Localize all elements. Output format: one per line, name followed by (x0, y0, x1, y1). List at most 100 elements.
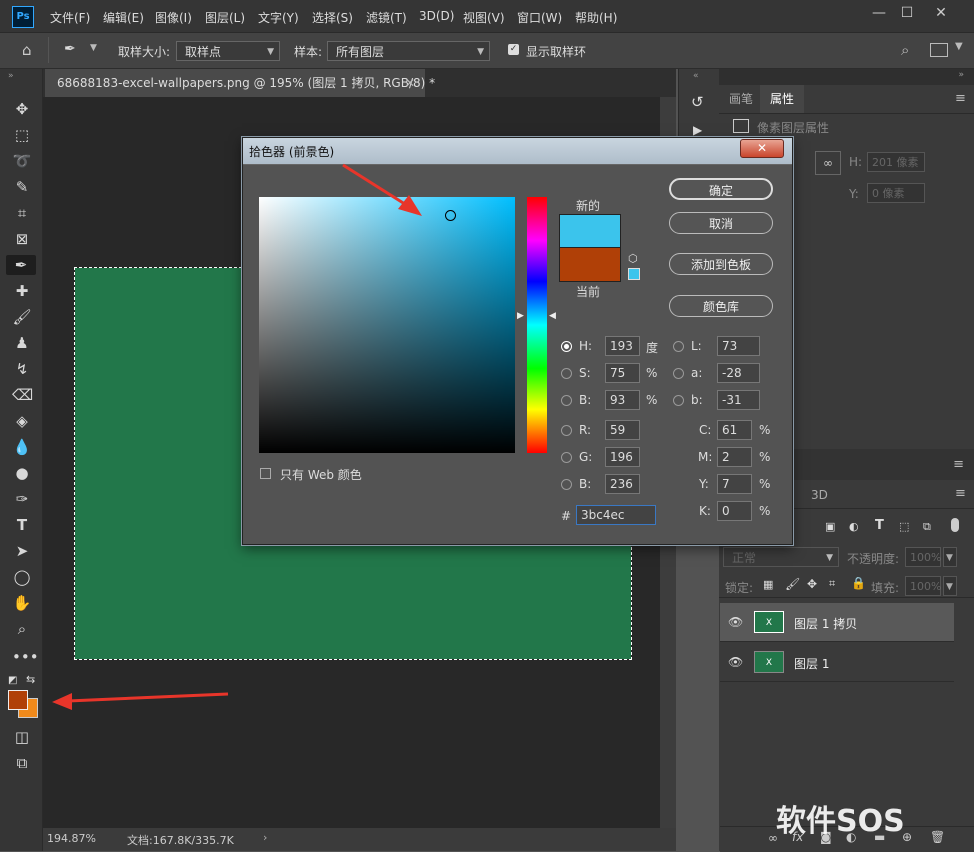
menu-layer[interactable]: 图层(L) (205, 9, 245, 26)
blend-mode-dropdown[interactable]: 正常 ▼ (723, 547, 839, 567)
layer-row[interactable]: 👁 X 图层 1 (720, 643, 954, 682)
g-input[interactable]: 196 (605, 447, 640, 467)
close-icon[interactable]: ✕ (740, 139, 784, 158)
menu-filter[interactable]: 滤镜(T) (366, 9, 407, 26)
foreground-color-swatch[interactable] (8, 690, 28, 710)
layer-row[interactable]: 👁 X 图层 1 拷贝 (720, 603, 954, 642)
move-tool-icon[interactable]: ✥ (12, 99, 32, 119)
brush-tool-icon[interactable]: 🖌 (12, 307, 32, 327)
a-input[interactable]: -28 (717, 363, 760, 383)
hand-tool-icon[interactable]: ✋ (12, 593, 32, 613)
r-input[interactable]: 59 (605, 420, 640, 440)
stamp-tool-icon[interactable]: ♟ (12, 333, 32, 353)
filter-pixel-icon[interactable]: ▣ (825, 520, 835, 533)
menu-window[interactable]: 窗口(W) (517, 9, 562, 26)
lock-move-icon[interactable]: ✥ (807, 577, 817, 591)
dialog-title-bar[interactable]: 拾色器 (前景色) ✕ (243, 138, 792, 165)
menu-view[interactable]: 视图(V) (463, 9, 505, 26)
zoom-tool-icon[interactable]: ⌕ (12, 619, 32, 639)
radio-blue[interactable] (561, 479, 572, 490)
hue-slider-left-arrow[interactable]: ▶ (517, 311, 524, 321)
radio-s[interactable] (561, 368, 572, 379)
hue-slider-right-arrow[interactable]: ◀ (549, 311, 556, 321)
blue-input[interactable]: 236 (605, 474, 640, 494)
crop-tool-icon[interactable]: ⌗ (12, 203, 32, 223)
eraser-tool-icon[interactable]: ⌫ (12, 385, 33, 405)
color-libraries-button[interactable]: 颜色库 (669, 295, 773, 317)
zoom-level[interactable]: 194.87% (47, 832, 96, 845)
opacity-field[interactable]: 100% (905, 547, 941, 567)
ellipse-tool-icon[interactable]: ◯ (12, 567, 32, 587)
m-input[interactable]: 2 (717, 447, 752, 467)
quick-select-tool-icon[interactable]: ✎ (12, 177, 32, 197)
y-field[interactable]: 0 像素 (867, 183, 925, 203)
k-input[interactable]: 0 (717, 501, 752, 521)
menu-image[interactable]: 图像(I) (155, 9, 192, 26)
hex-input[interactable]: 3bc4ec (576, 505, 656, 525)
paint-bucket-icon[interactable]: ◈ (12, 411, 32, 431)
collapse-icon[interactable]: » (958, 70, 964, 80)
pen-tool-icon[interactable]: ✑ (12, 489, 32, 509)
blur-tool-icon[interactable]: 💧 (12, 437, 32, 457)
home-icon[interactable]: ⌂ (22, 41, 32, 59)
chevron-down-icon[interactable]: ▼ (955, 41, 963, 52)
sample-size-dropdown[interactable]: 取样点 ▼ (176, 41, 280, 61)
cancel-button[interactable]: 取消 (669, 212, 773, 234)
eyedropper-tool-icon[interactable]: ✒ (6, 255, 36, 275)
collapse-icon[interactable]: « (693, 71, 699, 81)
history-panel-icon[interactable]: ↺ (691, 93, 704, 111)
frame-tool-icon[interactable]: ⊠ (12, 229, 32, 249)
radio-a[interactable] (673, 368, 684, 379)
fill-field[interactable]: 100% (905, 576, 941, 596)
eyedropper-preset-icon[interactable]: ✒ (64, 41, 76, 57)
web-only-checkbox[interactable] (260, 468, 271, 479)
menu-type[interactable]: 文字(Y) (258, 9, 299, 26)
menu-help[interactable]: 帮助(H) (575, 9, 617, 26)
chevron-down-icon[interactable]: ▼ (943, 576, 957, 596)
minimize-icon[interactable]: — (868, 4, 890, 22)
l-input[interactable]: 73 (717, 336, 760, 356)
screen-mode-icon[interactable]: ⧉ (12, 753, 32, 773)
dodge-tool-icon[interactable]: ● (12, 463, 32, 483)
history-brush-icon[interactable]: ↯ (12, 359, 32, 379)
chevron-right-icon[interactable]: › (263, 831, 267, 844)
search-icon[interactable]: ⌕ (901, 41, 909, 59)
ok-button[interactable]: 确定 (669, 178, 773, 200)
show-ring-checkbox[interactable]: ✓ (508, 44, 519, 55)
document-tab[interactable]: 68688183-excel-wallpapers.png @ 195% (图层… (45, 69, 435, 97)
sample-dropdown[interactable]: 所有图层 ▼ (327, 41, 490, 61)
lock-artboard-icon[interactable]: ⌗ (829, 577, 835, 591)
panel-menu-icon[interactable]: ≡ (955, 486, 966, 501)
y-input[interactable]: 7 (717, 474, 752, 494)
lasso-tool-icon[interactable]: ➰ (12, 151, 32, 171)
chevron-down-icon[interactable]: ▼ (90, 43, 97, 53)
link-icon[interactable]: ∞ (815, 151, 841, 175)
collapse-icon[interactable]: » (8, 71, 14, 81)
close-tab-icon[interactable]: ✕ (405, 69, 415, 97)
color-field-cursor[interactable] (445, 210, 456, 221)
path-select-icon[interactable]: ➤ (12, 541, 32, 561)
panel-menu-icon[interactable]: ≡ (955, 91, 966, 106)
tab-3d[interactable]: 3D (811, 488, 828, 502)
visibility-eye-icon[interactable]: 👁 (728, 615, 743, 629)
marquee-tool-icon[interactable]: ⬚ (12, 125, 32, 145)
radio-l[interactable] (673, 341, 684, 352)
layer-name[interactable]: 图层 1 (794, 655, 829, 672)
hue-slider[interactable] (527, 197, 547, 453)
menu-file[interactable]: 文件(F) (50, 9, 90, 26)
delete-layer-icon[interactable]: 🗑 (930, 830, 945, 844)
radio-h[interactable] (561, 341, 572, 352)
h-field[interactable]: 201 像素 (867, 152, 925, 172)
default-colors-icon[interactable]: ◩ (8, 675, 17, 686)
layer-name[interactable]: 图层 1 拷贝 (794, 615, 857, 632)
lock-transparency-icon[interactable]: ▦ (763, 578, 773, 591)
c-input[interactable]: 61 (717, 420, 752, 440)
type-tool-icon[interactable]: T (12, 515, 32, 535)
current-color-swatch[interactable] (559, 247, 621, 282)
lock-paint-icon[interactable]: 🖌 (785, 577, 800, 591)
actions-panel-icon[interactable]: ▶ (693, 123, 702, 137)
radio-r[interactable] (561, 425, 572, 436)
more-tools-icon[interactable]: ••• (12, 647, 39, 667)
maximize-icon[interactable]: ☐ (896, 4, 918, 22)
radio-lab-b[interactable] (673, 395, 684, 406)
